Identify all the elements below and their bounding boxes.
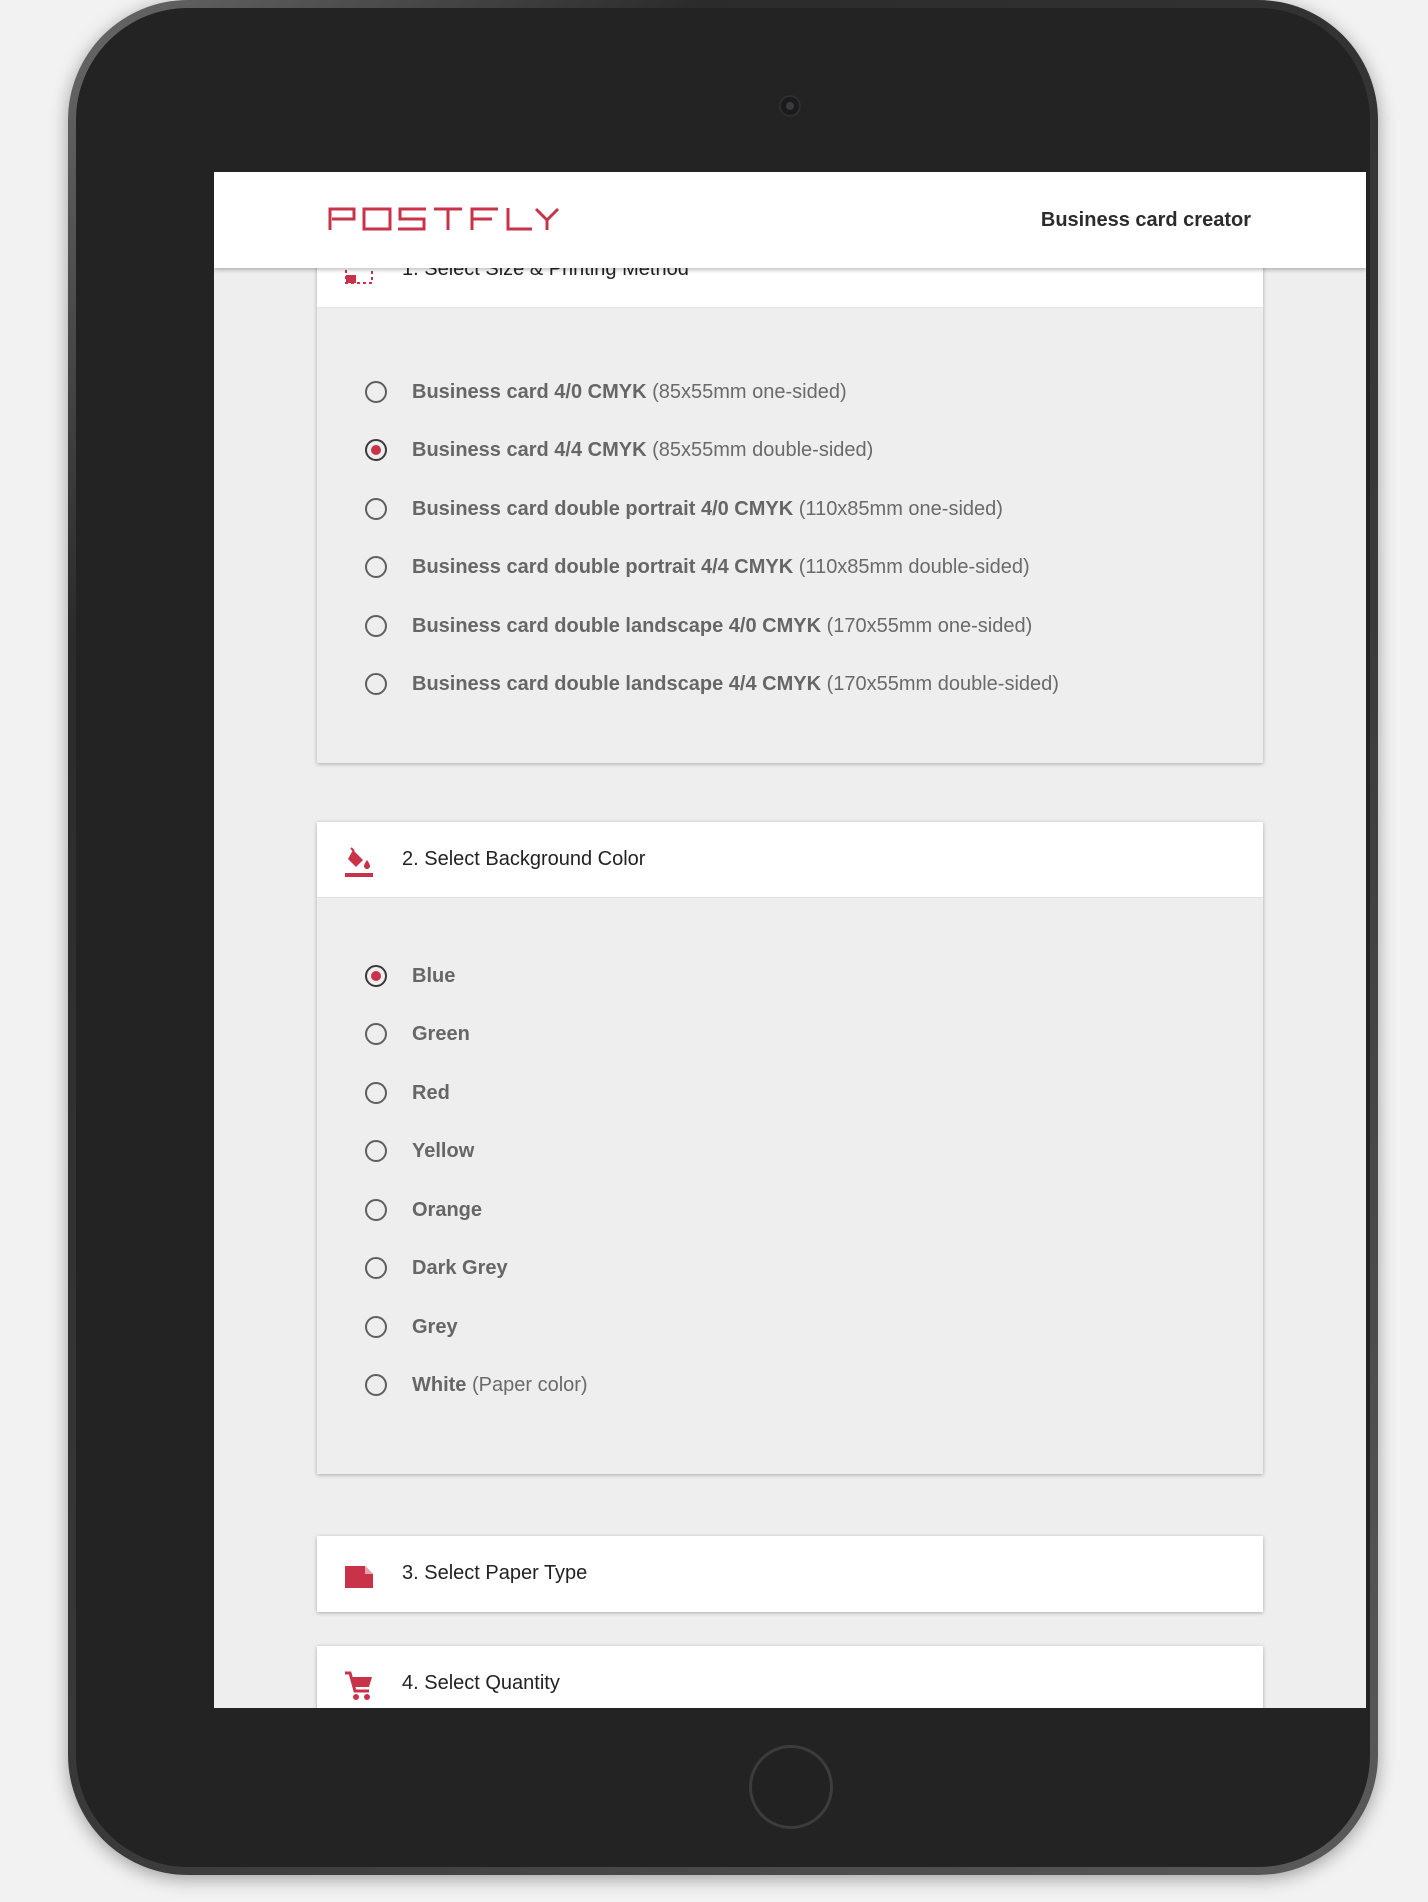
- size-option[interactable]: Business card 4/4 CMYK (85x55mm double-s…: [365, 435, 873, 465]
- radio-button[interactable]: [365, 965, 387, 987]
- option-name: White: [412, 1373, 467, 1396]
- radio-button[interactable]: [365, 498, 387, 520]
- radio-button[interactable]: [365, 1199, 387, 1221]
- option-name: Blue: [412, 964, 456, 987]
- app-header: Business card creator: [214, 172, 1366, 268]
- header-title: Business card creator: [1040, 209, 1251, 231]
- section-title: 2. Select Background Color: [402, 848, 646, 870]
- camera-icon: [779, 95, 801, 117]
- size-option[interactable]: Business card double portrait 4/0 CMYK (…: [365, 494, 1003, 524]
- option-name: Business card double landscape 4/4 CMYK: [412, 672, 822, 695]
- color-option[interactable]: Yellow: [365, 1136, 474, 1166]
- color-option[interactable]: Orange: [365, 1195, 482, 1225]
- home-button[interactable]: [749, 1745, 833, 1829]
- size-option[interactable]: Business card 4/0 CMYK (85x55mm one-side…: [365, 377, 847, 407]
- section-size: 1. Select Size & Printing Method Busines…: [317, 232, 1263, 763]
- color-option[interactable]: Blue: [365, 961, 455, 991]
- color-option[interactable]: Red: [365, 1078, 450, 1108]
- radio-button[interactable]: [365, 1140, 387, 1162]
- radio-button[interactable]: [365, 556, 387, 578]
- option-name: Grey: [412, 1315, 458, 1338]
- color-option[interactable]: Green: [365, 1019, 470, 1049]
- cart-icon: [345, 1671, 372, 1700]
- radio-button[interactable]: [365, 1023, 387, 1045]
- option-name: Business card 4/0 CMYK: [412, 380, 647, 403]
- section-title: 4. Select Quantity: [402, 1672, 560, 1694]
- section-header-background[interactable]: 2. Select Background Color: [317, 822, 1263, 898]
- radio-button[interactable]: [365, 1257, 387, 1279]
- screen: 1. Select Size & Printing Method Busines…: [214, 172, 1366, 1708]
- color-option[interactable]: Dark Grey: [365, 1253, 508, 1283]
- option-name: Yellow: [412, 1139, 475, 1162]
- section-body-background: Blue Green Red Yellow Orange Dark Grey G…: [317, 898, 1263, 1474]
- size-option[interactable]: Business card double portrait 4/4 CMYK (…: [365, 552, 1030, 582]
- color-option[interactable]: White (Paper color): [365, 1370, 588, 1400]
- radio-button[interactable]: [365, 439, 387, 461]
- section-background: 2. Select Background Color Blue Green Re…: [317, 822, 1263, 1474]
- option-name: Business card double portrait 4/4 CMYK: [412, 555, 794, 578]
- paint-bucket-icon: [345, 847, 373, 877]
- section-title: 3. Select Paper Type: [402, 1562, 588, 1584]
- option-name: Red: [412, 1081, 450, 1104]
- tablet-frame: 1. Select Size & Printing Method Busines…: [68, 0, 1378, 1875]
- option-detail: (170x55mm double-sided): [826, 672, 1059, 695]
- section-header-quantity[interactable]: 4. Select Quantity: [317, 1646, 1263, 1708]
- size-option[interactable]: Business card double landscape 4/4 CMYK …: [365, 669, 1059, 699]
- size-option[interactable]: Business card double landscape 4/0 CMYK …: [365, 611, 1032, 641]
- option-detail: (110x85mm double-sided): [798, 555, 1030, 578]
- radio-button[interactable]: [365, 615, 387, 637]
- option-detail: (85x55mm double-sided): [652, 438, 874, 461]
- content: 1. Select Size & Printing Method Busines…: [214, 172, 1366, 1708]
- option-name: Green: [412, 1022, 470, 1045]
- paper-icon: [345, 1566, 373, 1588]
- radio-button[interactable]: [365, 1082, 387, 1104]
- section-header-paper[interactable]: 3. Select Paper Type: [317, 1536, 1263, 1612]
- option-name: Business card double landscape 4/0 CMYK: [412, 614, 822, 637]
- section-body-size: Business card 4/0 CMYK (85x55mm one-side…: [317, 308, 1263, 763]
- color-option[interactable]: Grey: [365, 1312, 458, 1342]
- option-detail: (85x55mm one-sided): [652, 380, 847, 403]
- radio-button[interactable]: [365, 1374, 387, 1396]
- option-detail: (110x85mm one-sided): [798, 497, 1003, 520]
- section-quantity: 4. Select Quantity: [317, 1646, 1263, 1708]
- radio-button[interactable]: [365, 381, 387, 403]
- option-detail: (170x55mm one-sided): [826, 614, 1033, 637]
- option-detail: (Paper color): [472, 1373, 588, 1396]
- radio-button[interactable]: [365, 1316, 387, 1338]
- option-name: Orange: [412, 1198, 483, 1221]
- section-paper: 3. Select Paper Type: [317, 1536, 1263, 1612]
- option-name: Dark Grey: [412, 1256, 508, 1279]
- option-name: Business card 4/4 CMYK: [412, 438, 647, 461]
- postfly-logo[interactable]: [328, 206, 560, 232]
- radio-button[interactable]: [365, 673, 387, 695]
- option-name: Business card double portrait 4/0 CMYK: [412, 497, 794, 520]
